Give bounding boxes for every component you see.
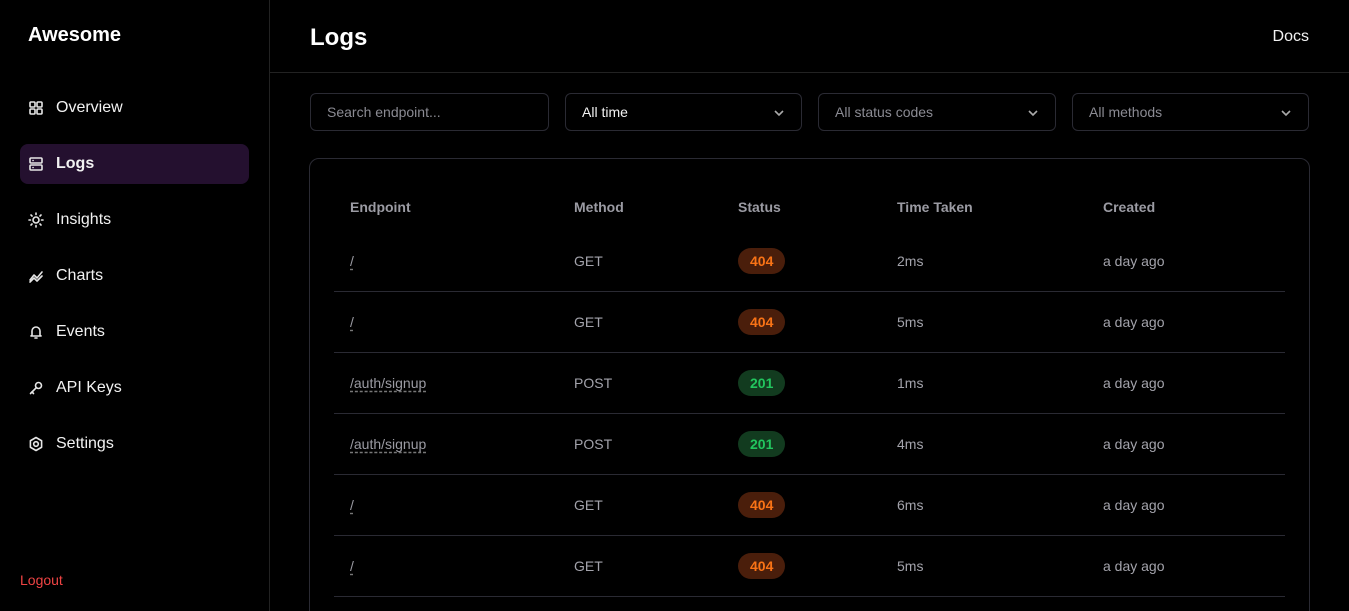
time-taken-cell: 5ms: [897, 558, 924, 574]
table-row[interactable]: /auth/signup POST 201 1ms a day ago: [334, 353, 1285, 414]
sidebar-item-charts[interactable]: Charts: [20, 256, 249, 296]
chart-line-icon: [28, 268, 44, 284]
created-cell: a day ago: [1103, 497, 1165, 513]
column-header-endpoint[interactable]: Endpoint: [350, 199, 411, 215]
column-header-created[interactable]: Created: [1103, 199, 1155, 215]
search-input[interactable]: Search endpoint...: [310, 93, 549, 131]
sidebar-item-label: Logs: [56, 155, 95, 172]
sidebar-item-settings[interactable]: Settings: [20, 424, 249, 464]
endpoint-link[interactable]: /: [350, 558, 354, 574]
time-taken-cell: 5ms: [897, 314, 924, 330]
sidebar-nav: Overview Logs Insights Charts Events API…: [20, 88, 249, 480]
lightbulb-icon: [28, 212, 44, 228]
page-title: Logs: [310, 24, 368, 51]
chevron-down-icon: [1280, 106, 1292, 118]
sidebar-item-insights[interactable]: Insights: [20, 200, 249, 240]
filter-bar: Search endpoint... All time All status c…: [310, 93, 1309, 131]
sidebar-item-label: Events: [56, 323, 105, 340]
endpoint-link[interactable]: /auth/signup: [350, 375, 426, 391]
method-cell: POST: [574, 436, 613, 452]
table-row[interactable]: / GET 404 5ms a day ago: [334, 536, 1285, 597]
sidebar-item-label: Charts: [56, 267, 104, 284]
method-cell: GET: [574, 314, 603, 330]
endpoint-link[interactable]: /: [350, 314, 354, 330]
status-badge: 404: [738, 309, 786, 335]
chevron-down-icon: [1027, 106, 1039, 118]
endpoint-link[interactable]: /: [350, 253, 354, 269]
brand-logo: Awesome: [28, 24, 122, 46]
column-header-status[interactable]: Status: [738, 199, 781, 215]
column-header-method[interactable]: Method: [574, 199, 624, 215]
time-taken-cell: 4ms: [897, 436, 924, 452]
time-taken-cell: 1ms: [897, 375, 924, 391]
table-row[interactable]: / GET 404 2ms a day ago: [334, 231, 1285, 292]
sidebar-item-api-keys[interactable]: API Keys: [20, 368, 249, 408]
method-value: All methods: [1089, 104, 1163, 120]
table-row[interactable]: / GET 404 6ms a day ago: [334, 475, 1285, 536]
column-header-time-taken[interactable]: Time Taken: [897, 199, 973, 215]
sidebar-item-events[interactable]: Events: [20, 312, 249, 352]
method-cell: POST: [574, 375, 613, 391]
method-select[interactable]: All methods: [1072, 93, 1309, 131]
endpoint-link[interactable]: /: [350, 497, 354, 513]
created-cell: a day ago: [1103, 253, 1165, 269]
sidebar-item-overview[interactable]: Overview: [20, 88, 249, 128]
table-body: / GET 404 2ms a day ago / GET 404 5ms a …: [334, 231, 1285, 597]
method-cell: GET: [574, 253, 603, 269]
method-cell: GET: [574, 558, 603, 574]
table-header: Endpoint Method Status Time Taken Create…: [334, 199, 1285, 219]
docs-link[interactable]: Docs: [1273, 28, 1309, 46]
settings-icon: [28, 436, 44, 452]
time-taken-cell: 2ms: [897, 253, 924, 269]
page-header: Logs Docs: [270, 0, 1349, 73]
endpoint-link[interactable]: /auth/signup: [350, 436, 426, 452]
grid-icon: [28, 100, 44, 116]
created-cell: a day ago: [1103, 375, 1165, 391]
sidebar-item-label: Overview: [56, 99, 123, 116]
status-badge: 201: [738, 431, 786, 457]
status-badge: 201: [738, 370, 786, 396]
sidebar-item-label: Settings: [56, 435, 114, 452]
sidebar: Awesome Overview Logs Insights Charts Ev…: [0, 0, 270, 611]
logout-link[interactable]: Logout: [20, 572, 63, 588]
sidebar-item-label: Insights: [56, 211, 112, 228]
status-code-select[interactable]: All status codes: [818, 93, 1056, 131]
sidebar-item-logs[interactable]: Logs: [20, 144, 249, 184]
table-row[interactable]: /auth/signup POST 201 4ms a day ago: [334, 414, 1285, 475]
created-cell: a day ago: [1103, 558, 1165, 574]
bell-icon: [28, 324, 44, 340]
status-badge: 404: [738, 553, 786, 579]
created-cell: a day ago: [1103, 314, 1165, 330]
time-taken-cell: 6ms: [897, 497, 924, 513]
status-badge: 404: [738, 492, 786, 518]
logs-icon: [28, 156, 44, 172]
key-icon: [28, 380, 44, 396]
created-cell: a day ago: [1103, 436, 1165, 452]
method-cell: GET: [574, 497, 603, 513]
sidebar-item-label: API Keys: [56, 379, 122, 396]
table-row[interactable]: / GET 404 5ms a day ago: [334, 292, 1285, 353]
time-range-value: All time: [582, 104, 628, 120]
status-badge: 404: [738, 248, 786, 274]
logs-table-card: Endpoint Method Status Time Taken Create…: [309, 158, 1310, 611]
status-code-value: All status codes: [835, 104, 934, 120]
time-range-select[interactable]: All time: [565, 93, 802, 131]
chevron-down-icon: [773, 106, 785, 118]
